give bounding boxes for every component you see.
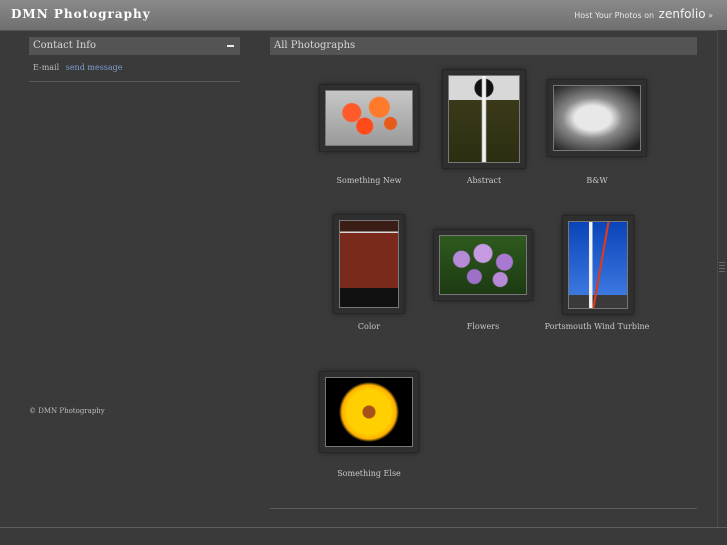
gallery-thumbnail-color[interactable] (334, 215, 404, 313)
gallery-title[interactable]: Abstract (424, 176, 544, 185)
gallery-title[interactable]: Flowers (423, 322, 543, 331)
gallery-image (325, 377, 413, 447)
all-photographs-heading: All Photographs (274, 40, 356, 51)
gallery-image (325, 90, 413, 146)
scrollbar-grip-icon[interactable] (719, 262, 725, 274)
gallery-thumbnail-flowers[interactable] (434, 230, 532, 300)
divider (29, 81, 240, 82)
gallery-thumbnail-something-new[interactable] (320, 85, 418, 151)
gallery-image (448, 75, 520, 163)
send-message-link[interactable]: send message (66, 63, 123, 72)
site-header: DMN Photography Host Your Photos on zenf… (0, 0, 727, 31)
collapse-icon[interactable] (227, 45, 234, 47)
vertical-scrollbar[interactable] (717, 30, 727, 527)
divider (270, 508, 697, 509)
gallery-title[interactable]: Color (309, 322, 429, 331)
site-title[interactable]: DMN Photography (11, 7, 151, 21)
footer-divider (0, 527, 727, 528)
zenfolio-host-link[interactable]: Host Your Photos on zenfolio » (574, 7, 713, 21)
arrow-icon: » (708, 11, 713, 20)
copyright-text: © DMN Photography (29, 407, 105, 415)
all-photographs-header: All Photographs (270, 37, 697, 55)
contact-info-header: Contact Info (29, 37, 240, 55)
contact-email-row: E-mail send message (33, 63, 123, 72)
host-text: Host Your Photos on (574, 11, 655, 20)
zenfolio-logo: zenfolio (658, 7, 706, 21)
gallery-image (339, 220, 399, 308)
contact-info-heading: Contact Info (33, 40, 97, 51)
gallery-title[interactable]: B&W (537, 176, 657, 185)
gallery-thumbnail-abstract[interactable] (443, 70, 525, 168)
gallery-image (553, 85, 641, 151)
gallery-thumbnail-something-else[interactable] (320, 372, 418, 452)
gallery-title[interactable]: Something Else (309, 469, 429, 478)
gallery-title[interactable]: Something New (309, 176, 429, 185)
gallery-thumbnail-portsmouth-wind-turbine[interactable] (563, 216, 633, 314)
gallery-thumbnail-bw[interactable] (548, 80, 646, 156)
gallery-title[interactable]: Portsmouth Wind Turbine (537, 322, 657, 331)
email-label: E-mail (33, 63, 60, 72)
gallery-image (568, 221, 628, 309)
gallery-image (439, 235, 527, 295)
